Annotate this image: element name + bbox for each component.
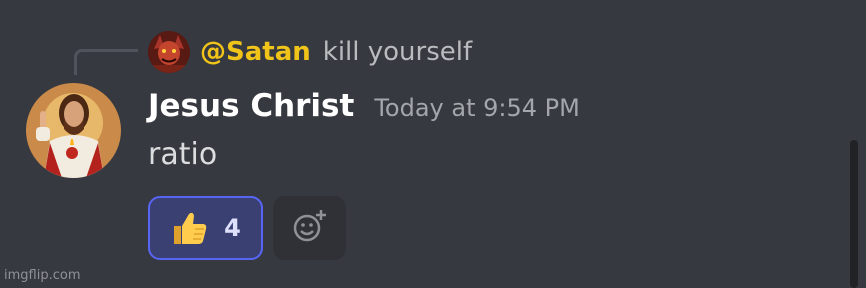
reactions-bar: 4 bbox=[148, 196, 346, 260]
message-timestamp: Today at 9:54 PM bbox=[374, 94, 580, 122]
reply-text[interactable]: kill yourself bbox=[323, 37, 472, 67]
reaction-count: 4 bbox=[224, 214, 241, 242]
reply-avatar[interactable] bbox=[148, 31, 190, 73]
satan-avatar-image bbox=[148, 31, 190, 73]
add-reaction-icon bbox=[291, 207, 329, 249]
reply-preview[interactable]: @Satan kill yourself bbox=[200, 30, 472, 74]
add-reaction-button[interactable] bbox=[273, 196, 346, 260]
reaction-thumbs-up[interactable]: 4 bbox=[148, 196, 263, 260]
chat-message-view: @Satan kill yourself Jesus Christ Today … bbox=[0, 0, 866, 288]
reply-author-mention[interactable]: @Satan bbox=[200, 37, 311, 67]
watermark: imgflip.com bbox=[4, 268, 81, 283]
reply-connector bbox=[74, 49, 138, 75]
author-name[interactable]: Jesus Christ bbox=[148, 88, 354, 124]
jesus-avatar-image bbox=[26, 83, 121, 178]
scrollbar-thumb[interactable] bbox=[850, 140, 858, 288]
message-header: Jesus Christ Today at 9:54 PM bbox=[148, 88, 580, 132]
author-avatar[interactable] bbox=[26, 83, 121, 178]
message-content: ratio bbox=[148, 137, 218, 172]
thumbs-up-icon bbox=[170, 208, 210, 248]
